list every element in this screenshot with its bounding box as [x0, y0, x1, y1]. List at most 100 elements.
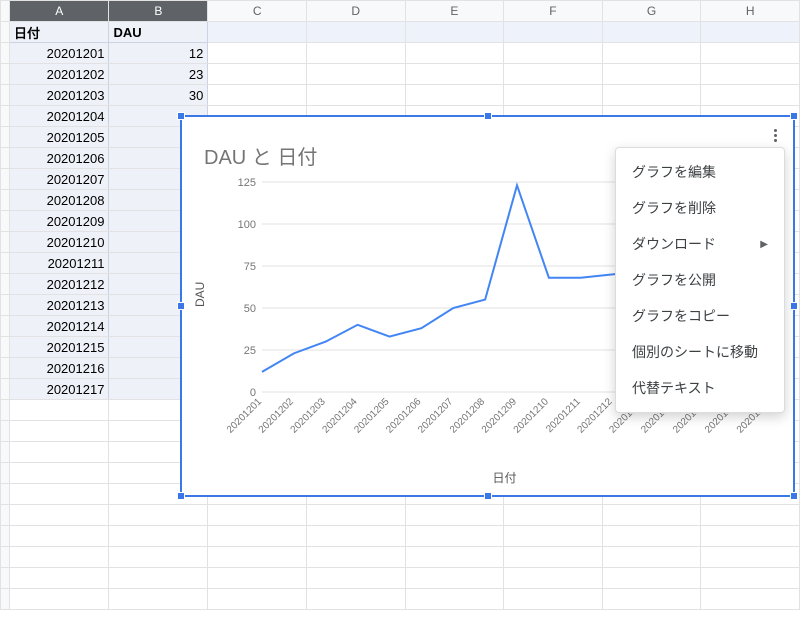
cell-a[interactable]: 20201210 [10, 232, 109, 253]
empty-cell[interactable] [701, 64, 800, 85]
empty-cell[interactable] [208, 547, 307, 568]
row-gutter[interactable] [1, 589, 10, 610]
empty-cell[interactable] [602, 505, 701, 526]
cell-a[interactable]: 20201214 [10, 316, 109, 337]
empty-cell[interactable] [306, 64, 405, 85]
empty-cell[interactable] [701, 43, 800, 64]
row-gutter[interactable] [1, 232, 10, 253]
empty-cell[interactable] [405, 85, 504, 106]
row-gutter[interactable] [1, 274, 10, 295]
row-gutter[interactable] [1, 358, 10, 379]
empty-cell[interactable] [405, 43, 504, 64]
empty-cell[interactable] [602, 43, 701, 64]
empty-cell[interactable] [504, 589, 603, 610]
row-gutter[interactable] [1, 106, 10, 127]
row-gutter[interactable] [1, 463, 10, 484]
cell-a[interactable] [10, 505, 109, 526]
cell-a[interactable] [10, 463, 109, 484]
row-gutter[interactable] [1, 484, 10, 505]
empty-cell[interactable] [306, 22, 405, 43]
col-header-d[interactable]: D [306, 1, 405, 22]
row-gutter[interactable] [1, 190, 10, 211]
empty-cell[interactable] [306, 547, 405, 568]
empty-cell[interactable] [701, 22, 800, 43]
row-gutter[interactable] [1, 85, 10, 106]
header-cell-a[interactable]: 日付 [10, 22, 109, 43]
row-gutter[interactable] [1, 526, 10, 547]
col-header-a[interactable]: A [10, 1, 109, 22]
resize-handle-sw[interactable] [177, 492, 185, 500]
empty-cell[interactable] [701, 547, 800, 568]
menu-item-0[interactable]: グラフを編集 [616, 154, 784, 190]
resize-handle-se[interactable] [790, 492, 798, 500]
menu-item-4[interactable]: グラフをコピー [616, 298, 784, 334]
cell-a[interactable]: 20201217 [10, 379, 109, 400]
empty-cell[interactable] [208, 589, 307, 610]
col-header-g[interactable]: G [602, 1, 701, 22]
empty-cell[interactable] [405, 547, 504, 568]
col-header-h[interactable]: H [701, 1, 800, 22]
chart-menu-icon[interactable] [765, 125, 785, 145]
row-gutter[interactable] [1, 316, 10, 337]
corner-cell[interactable] [1, 1, 10, 22]
empty-cell[interactable] [405, 526, 504, 547]
empty-cell[interactable] [602, 568, 701, 589]
row-gutter[interactable] [1, 547, 10, 568]
empty-cell[interactable] [306, 85, 405, 106]
empty-cell[interactable] [701, 589, 800, 610]
col-header-e[interactable]: E [405, 1, 504, 22]
cell-b[interactable] [109, 589, 208, 610]
cell-a[interactable]: 20201213 [10, 295, 109, 316]
row-gutter[interactable] [1, 127, 10, 148]
row-gutter[interactable] [1, 169, 10, 190]
chart-object[interactable]: DAU と 日付 DAU 025507510012520201201202012… [180, 115, 795, 497]
col-header-b[interactable]: B [109, 1, 208, 22]
empty-cell[interactable] [602, 589, 701, 610]
row-gutter[interactable] [1, 442, 10, 463]
cell-a[interactable]: 20201203 [10, 85, 109, 106]
cell-a[interactable]: 20201209 [10, 211, 109, 232]
row-gutter[interactable] [1, 211, 10, 232]
cell-b[interactable]: 23 [109, 64, 208, 85]
empty-cell[interactable] [405, 505, 504, 526]
row-gutter[interactable] [1, 505, 10, 526]
empty-cell[interactable] [504, 43, 603, 64]
empty-cell[interactable] [405, 568, 504, 589]
empty-cell[interactable] [405, 22, 504, 43]
col-header-c[interactable]: C [208, 1, 307, 22]
row-gutter[interactable] [1, 295, 10, 316]
empty-cell[interactable] [504, 505, 603, 526]
empty-cell[interactable] [405, 589, 504, 610]
cell-a[interactable]: 20201208 [10, 190, 109, 211]
cell-a[interactable]: 20201211 [10, 253, 109, 274]
cell-b[interactable] [109, 526, 208, 547]
row-gutter[interactable] [1, 64, 10, 85]
resize-handle-ne[interactable] [790, 112, 798, 120]
cell-b[interactable]: 30 [109, 85, 208, 106]
empty-cell[interactable] [208, 505, 307, 526]
empty-cell[interactable] [306, 43, 405, 64]
menu-item-2[interactable]: ダウンロード▶ [616, 226, 784, 262]
empty-cell[interactable] [208, 64, 307, 85]
empty-cell[interactable] [602, 526, 701, 547]
cell-a[interactable] [10, 568, 109, 589]
resize-handle-w[interactable] [177, 302, 185, 310]
empty-cell[interactable] [208, 22, 307, 43]
cell-b[interactable] [109, 568, 208, 589]
resize-handle-n[interactable] [484, 112, 492, 120]
empty-cell[interactable] [701, 85, 800, 106]
empty-cell[interactable] [602, 547, 701, 568]
resize-handle-nw[interactable] [177, 112, 185, 120]
empty-cell[interactable] [504, 526, 603, 547]
cell-a[interactable]: 20201201 [10, 43, 109, 64]
header-cell-b[interactable]: DAU [109, 22, 208, 43]
empty-cell[interactable] [504, 568, 603, 589]
cell-a[interactable]: 20201207 [10, 169, 109, 190]
empty-cell[interactable] [602, 85, 701, 106]
empty-cell[interactable] [306, 505, 405, 526]
empty-cell[interactable] [208, 526, 307, 547]
empty-cell[interactable] [306, 526, 405, 547]
empty-cell[interactable] [208, 568, 307, 589]
empty-cell[interactable] [504, 22, 603, 43]
cell-b[interactable] [109, 505, 208, 526]
